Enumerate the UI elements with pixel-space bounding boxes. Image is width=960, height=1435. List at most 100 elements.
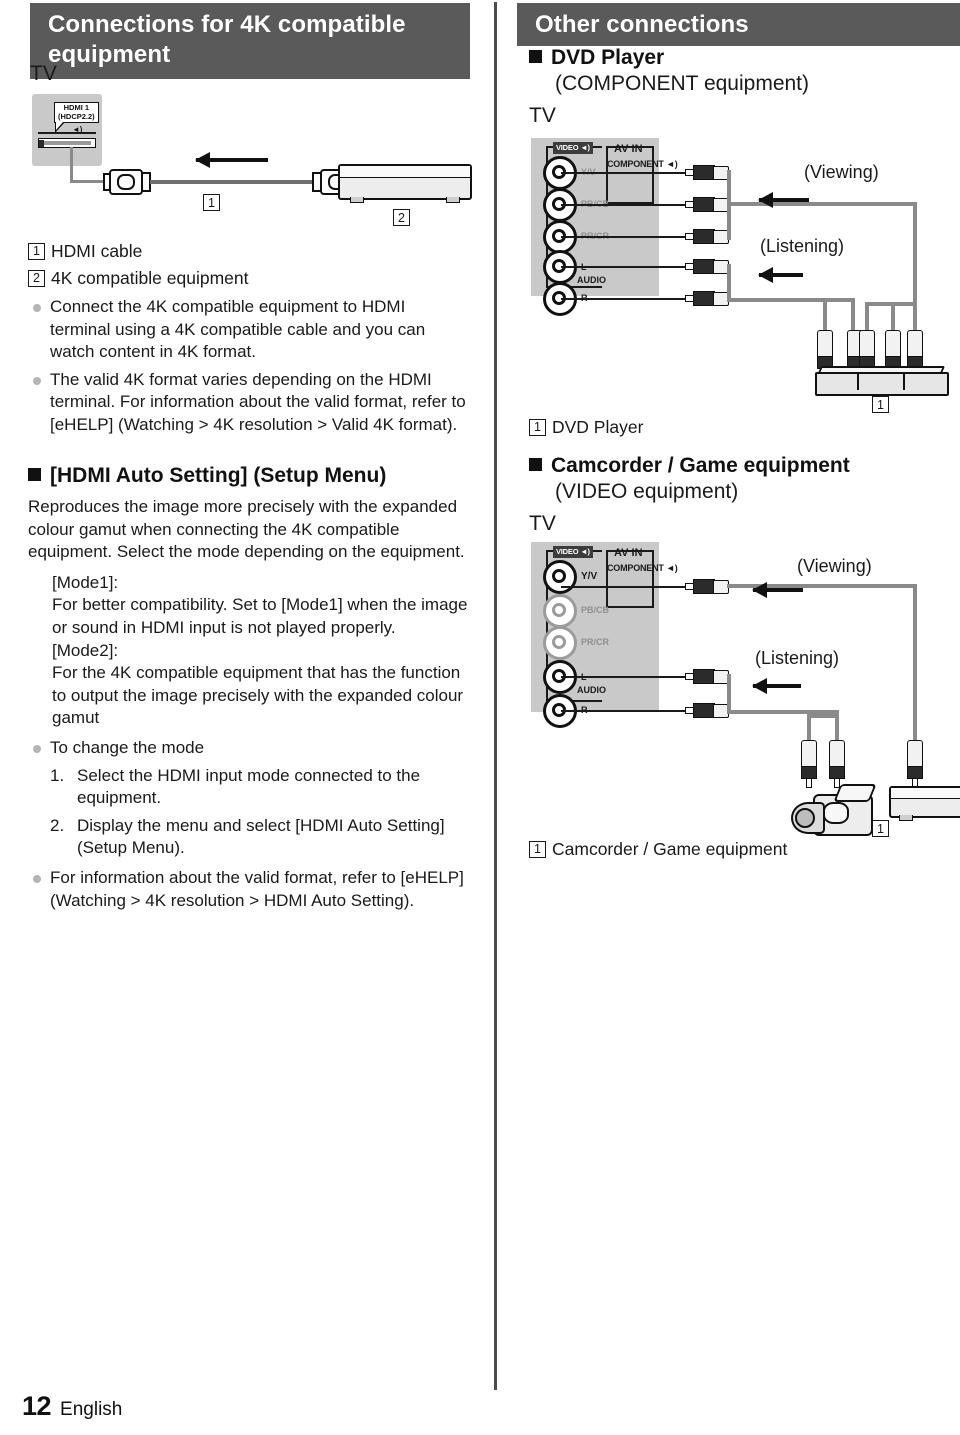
dvd-caption: 1 DVD Player [529, 414, 643, 440]
dvd-listening-label: (Listening) [760, 236, 845, 256]
manual-page: Connections for 4K compatible equipment … [0, 0, 960, 1435]
audio-return-icon: ◄) [72, 125, 83, 134]
dvd-deck-divider-2 [903, 374, 905, 390]
hdmi-4k-diagram: HDMI 1 (HDCP2.2) ◄) 1 2 [28, 90, 478, 226]
dvd-lead-5 [561, 298, 689, 300]
legend-1-text: HDMI cable [51, 241, 143, 261]
dvd-lead-4 [561, 266, 689, 268]
camcorder-vplug-video [907, 740, 923, 788]
camcorder-plug-audio-l [685, 669, 729, 684]
change-mode-bullet: To change the mode [28, 737, 470, 760]
dvd-viewing-label: (Viewing) [804, 162, 879, 182]
camcorder-plug-video [685, 579, 729, 594]
camcorder-jack-pr-cr-label: PR/CR [581, 637, 610, 647]
dvd-listening-arrow [758, 267, 803, 283]
camcorder-connection-diagram: VIDEO ◄) AV IN COMPONENT ◄) Y/V PB/CB PR… [517, 538, 960, 837]
dvd-deck-body [815, 372, 949, 396]
legend-item-2: 2 4K compatible equipment [28, 265, 468, 291]
square-bullet-icon-camcorder [529, 458, 542, 471]
4k-equipment-marker: 2 [393, 209, 410, 229]
marker-1-label: 1 [203, 194, 220, 211]
left-legend: 1 HDMI cable 2 4K compatible equipment Con… [28, 238, 468, 437]
square-bullet-icon-dvd [529, 50, 542, 63]
step-1-text: Select the HDMI input mode connected to … [77, 765, 421, 808]
camcorder-vplug-audio-r [829, 740, 845, 788]
dvd-plug-pb-cb [685, 197, 729, 212]
mode1-label: [Mode1]: [52, 572, 119, 592]
right-section-header: Other connections [517, 3, 960, 46]
equipment-foot-left [350, 197, 364, 203]
camcorder-caption-text: Camcorder / Game equipment [552, 839, 788, 859]
dvd-plug-pr-cr [685, 229, 729, 244]
dvd-caption-marker: 1 [529, 418, 546, 436]
tv-panel-rule-1 [38, 132, 96, 134]
dvd-plug-audio-l [685, 259, 729, 274]
camcorder-lead-audio-l [561, 676, 689, 678]
camcorder-heading-text: Camcorder / Game equipment [551, 454, 850, 477]
dvd-component-run [727, 202, 917, 206]
legend-2-text: 4K compatible equipment [51, 268, 249, 288]
hdmi-connector-left [103, 169, 153, 195]
hdmi-auto-setting-heading-text: [HDMI Auto Setting] (Setup Menu) [50, 464, 387, 487]
dvd-video-label: VIDEO ◄) [553, 142, 593, 154]
page-language: English [60, 1399, 123, 1420]
dvd-marker-label: 1 [872, 396, 889, 413]
mode2-text: For the 4K compatible equipment that has… [52, 663, 464, 728]
column-divider [494, 2, 497, 1390]
game-deck-top-face [891, 788, 960, 799]
camcorder-lead-audio-r [561, 710, 689, 712]
hdmi-terminal-callout: HDMI 1 (HDCP2.2) [54, 102, 99, 123]
game-deck-foot-left [899, 815, 913, 821]
square-bullet-icon [28, 468, 41, 481]
dvd-caption-text: DVD Player [552, 417, 644, 437]
dvd-audio-bundle-vertical [727, 264, 731, 302]
camcorder-jack-pr-cr [543, 626, 577, 660]
camcorder-device-marker: 1 [872, 820, 889, 840]
dvd-player-device [814, 366, 949, 396]
dvd-tv-label: TV [529, 104, 556, 127]
dvd-audio-group-label: AUDIO [577, 275, 606, 285]
hdmi-callout-pointer-inner [56, 122, 63, 130]
legend-2-marker: 2 [28, 269, 45, 287]
hdmi-cable-bend [70, 180, 106, 183]
hdmi-port-inner [41, 141, 91, 145]
dvd-component-label: COMPONENT ◄) [607, 159, 678, 169]
camcorder-video-label: VIDEO ◄) [553, 546, 593, 558]
equipment-foot-right [446, 197, 460, 203]
camcorder-component-label: COMPONENT ◄) [607, 563, 678, 573]
camcorder-device [789, 782, 881, 842]
camcorder-lead-video [561, 586, 689, 588]
camcorder-plug-audio-r [685, 703, 729, 718]
step-1-number: 1. [50, 765, 65, 785]
camcorder-lens-inner [795, 808, 815, 828]
mode1-text: For better compatibility. Set to [Mode1]… [52, 595, 468, 637]
camcorder-viewing-label: (Viewing) [797, 556, 872, 576]
marker-2-label: 2 [393, 209, 410, 226]
left-bullet-2: The valid 4K format varies depending on … [28, 369, 468, 437]
right-column: Other connections DVD Player (COMPONENT … [517, 0, 960, 1390]
camcorder-subheading: (VIDEO equipment) [555, 480, 739, 503]
hdmi-auto-setting-final-bullet: For information about the valid format, … [28, 867, 470, 912]
change-mode-step-2: 2. Display the menu and select [HDMI Auto… [50, 815, 470, 860]
mode2-label: [Mode2]: [52, 640, 119, 660]
dvd-player-heading: DVD Player [529, 44, 664, 71]
hdmi-auto-setting-heading: [HDMI Auto Setting] (Setup Menu) [28, 462, 470, 489]
left-section-header: Connections for 4K compatible equipment [30, 3, 470, 79]
dvd-lead-1 [561, 172, 689, 174]
hdmi-cable-drop [70, 147, 73, 183]
hdmi-port-notch [39, 139, 44, 147]
dvd-lead-2 [561, 204, 689, 206]
camcorder-jack-pb-cb [543, 594, 577, 628]
camcorder-audio-bundle-vertical [727, 674, 731, 714]
legend-1-marker: 1 [28, 242, 45, 260]
dvd-audio-down [851, 298, 855, 334]
dvd-component-down [913, 202, 917, 332]
dvd-device-marker: 1 [872, 396, 889, 416]
dvd-player-heading-text: DVD Player [551, 46, 665, 69]
hdmi-signal-arrow [195, 152, 268, 168]
change-mode-step-1: 1. Select the HDMI input mode connected t… [50, 765, 470, 810]
camcorder-caption-marker: 1 [529, 840, 546, 858]
dvd-audio-splitter-bar [823, 298, 855, 302]
hdmi-cable-marker: 1 [203, 194, 220, 214]
dvd-plug-y-v [685, 165, 729, 180]
